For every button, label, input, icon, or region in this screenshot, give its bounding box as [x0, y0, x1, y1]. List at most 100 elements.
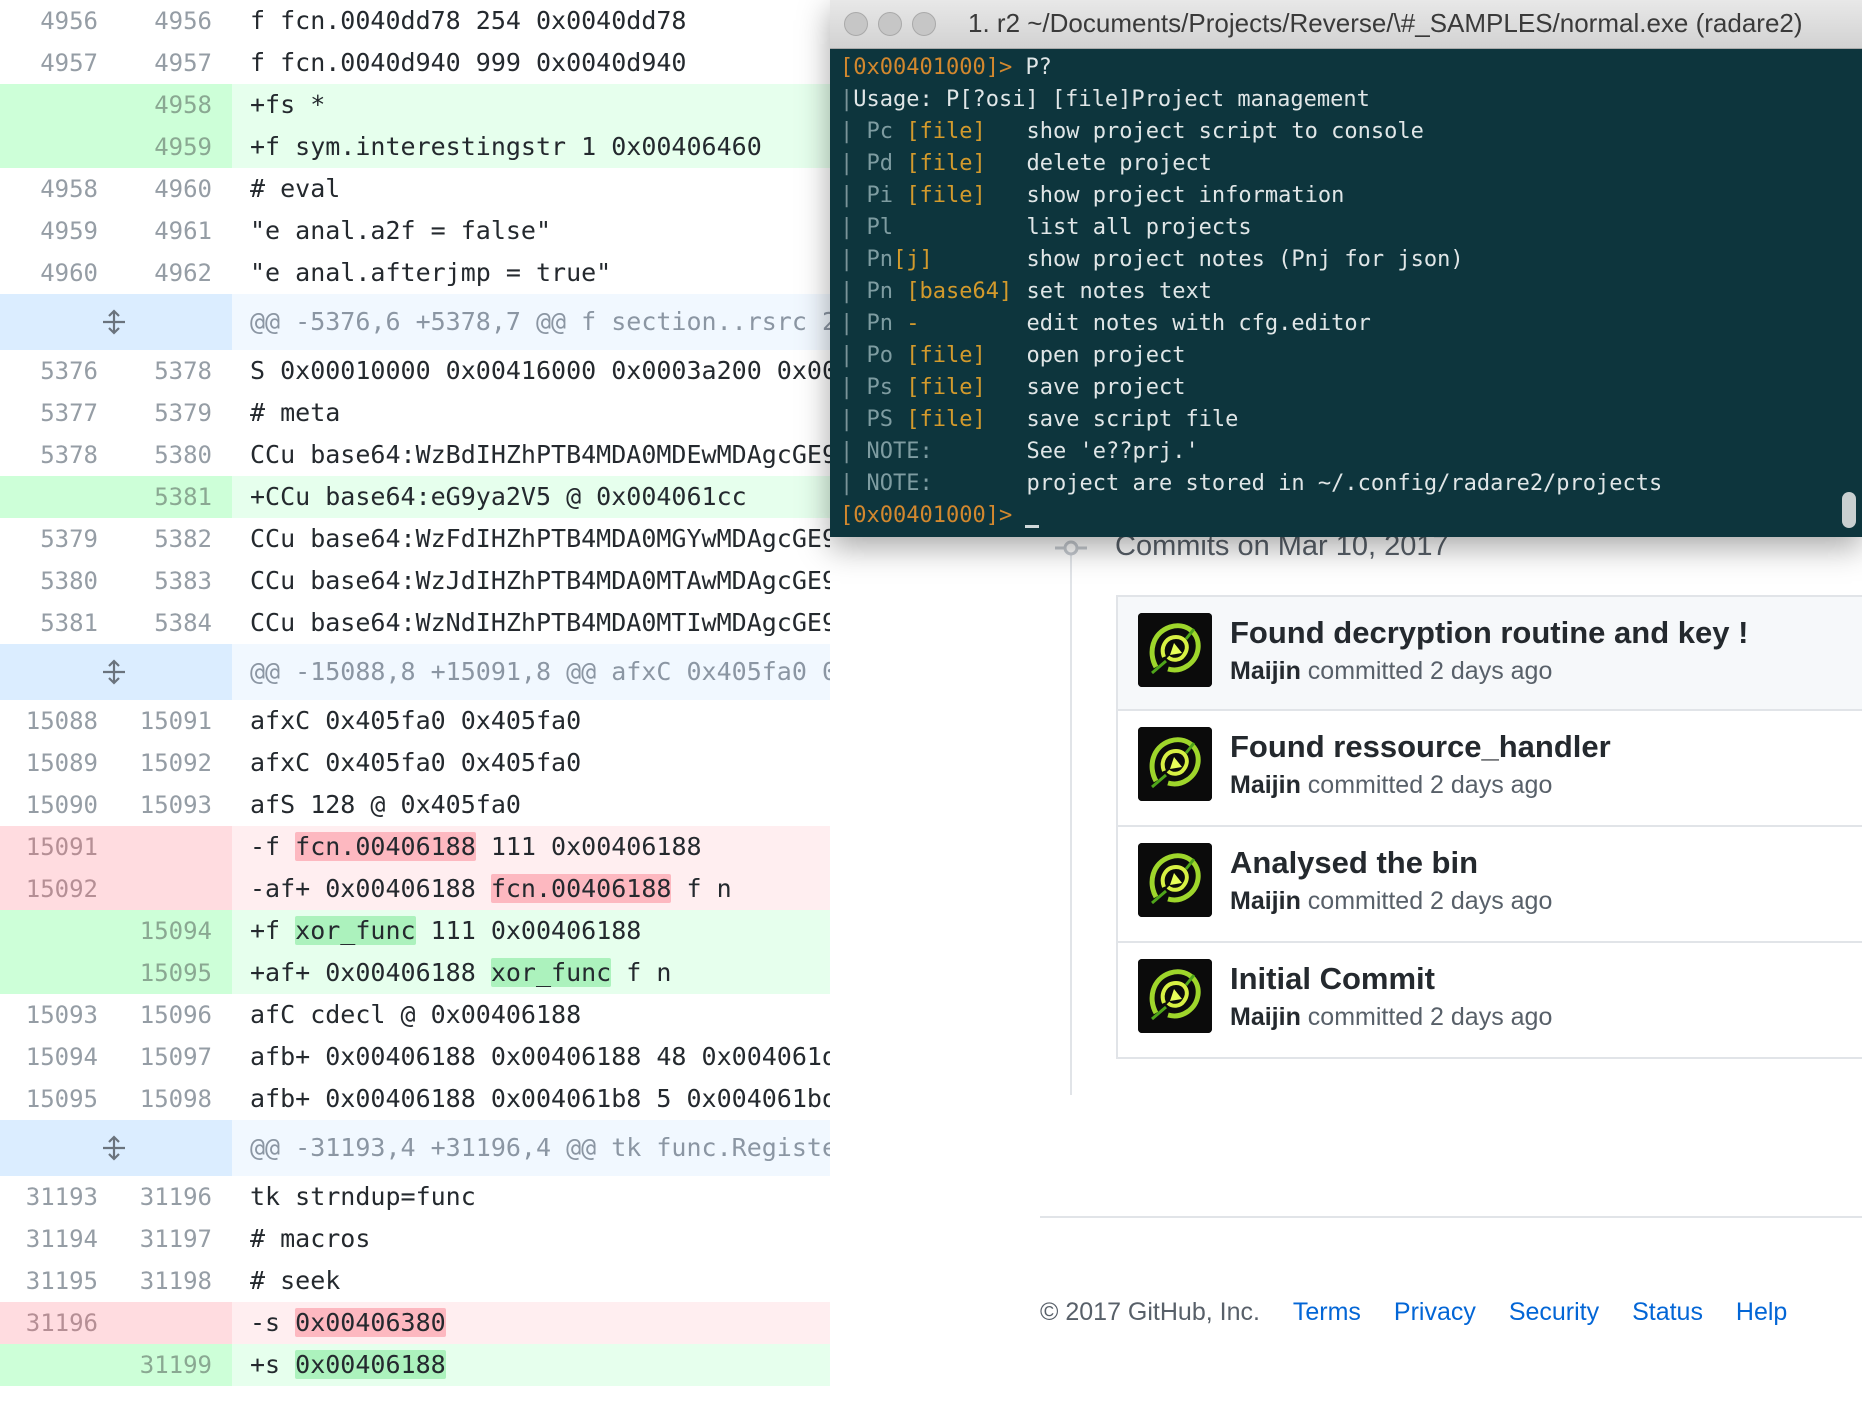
commit-title[interactable]: Found ressource_handler: [1230, 729, 1611, 765]
help-command-cell: Pn [base64]: [867, 276, 1027, 308]
old-line-number[interactable]: 15095: [0, 1078, 98, 1120]
new-line-number[interactable]: 5382: [98, 518, 212, 560]
old-line-number[interactable]: 31196: [0, 1302, 98, 1344]
commit-meta: Maijin committed 2 days ago: [1230, 771, 1552, 800]
old-line-number[interactable]: [0, 126, 98, 168]
footer-link-privacy[interactable]: Privacy: [1394, 1298, 1476, 1326]
footer-link-terms[interactable]: Terms: [1293, 1298, 1361, 1326]
new-line-number[interactable]: 4956: [98, 0, 212, 42]
old-line-number[interactable]: 5376: [0, 350, 98, 392]
old-line-number[interactable]: 15089: [0, 742, 98, 784]
old-line-number[interactable]: 15094: [0, 1036, 98, 1078]
new-line-number[interactable]: 4957: [98, 42, 212, 84]
old-line-number[interactable]: 5380: [0, 560, 98, 602]
new-line-number[interactable]: 4961: [98, 210, 212, 252]
new-line-number[interactable]: 5383: [98, 560, 212, 602]
commit-title[interactable]: Found decryption routine and key !: [1230, 615, 1748, 651]
old-line-number[interactable]: 4958: [0, 168, 98, 210]
new-line-number[interactable]: 15094: [98, 910, 212, 952]
author-avatar[interactable]: [1138, 843, 1212, 917]
commit-author[interactable]: Maijin: [1230, 887, 1301, 915]
new-line-number[interactable]: 15097: [98, 1036, 212, 1078]
old-line-number[interactable]: 4960: [0, 252, 98, 294]
old-line-number[interactable]: [0, 910, 98, 952]
old-line-number[interactable]: 31194: [0, 1218, 98, 1260]
old-line-number[interactable]: 5379: [0, 518, 98, 560]
terminal-output[interactable]: [0x00401000]> P? |Usage: P[?osi] [file]Pr…: [830, 48, 1830, 537]
new-line-number[interactable]: [98, 826, 212, 868]
new-line-number[interactable]: 5379: [98, 392, 212, 434]
old-line-number[interactable]: [0, 476, 98, 518]
new-line-number[interactable]: 15091: [98, 700, 212, 742]
old-line-number[interactable]: 5381: [0, 602, 98, 644]
terminal-titlebar[interactable]: 1. r2 ~/Documents/Projects/Reverse/\#_SA…: [830, 0, 1862, 49]
old-line-number[interactable]: 4959: [0, 210, 98, 252]
terminal-window[interactable]: 1. r2 ~/Documents/Projects/Reverse/\#_SA…: [830, 0, 1862, 537]
commit-author[interactable]: Maijin: [1230, 1003, 1301, 1031]
tree-glyph: |: [840, 215, 867, 240]
commit-title[interactable]: Initial Commit: [1230, 961, 1435, 997]
help-description: open project: [1026, 343, 1186, 368]
commit-item[interactable]: Initial Commit Maijin committed 2 days ag…: [1116, 943, 1862, 1059]
new-line-number[interactable]: [98, 868, 212, 910]
commit-item[interactable]: Found ressource_handler Maijin committed …: [1116, 711, 1862, 827]
diff-code: +af+ 0x00406188 xor_func f n: [250, 952, 830, 994]
old-line-number[interactable]: 15090: [0, 784, 98, 826]
diff-line-add: 15094 +f xor_func 111 0x00406188: [0, 910, 830, 952]
new-line-number[interactable]: 4960: [98, 168, 212, 210]
terminal-line: | NOTE: See 'e??prj.': [840, 436, 1830, 468]
diff-line-del: 15091 -f fcn.00406188 111 0x00406188: [0, 826, 830, 868]
new-line-number[interactable]: 31198: [98, 1260, 212, 1302]
footer-link-help[interactable]: Help: [1736, 1298, 1787, 1326]
commit-title[interactable]: Analysed the bin: [1230, 845, 1478, 881]
expand-hunk-button[interactable]: [0, 294, 232, 350]
minimize-window-button[interactable]: [878, 12, 902, 36]
new-line-number[interactable]: 31196: [98, 1176, 212, 1218]
old-line-number[interactable]: [0, 1344, 98, 1386]
old-line-number[interactable]: 5377: [0, 392, 98, 434]
commit-item[interactable]: Analysed the bin Maijin committed 2 days …: [1116, 827, 1862, 943]
new-line-number[interactable]: 31197: [98, 1218, 212, 1260]
new-line-number[interactable]: 5381: [98, 476, 212, 518]
commit-author[interactable]: Maijin: [1230, 771, 1301, 799]
help-command: Pn: [866, 247, 894, 272]
new-line-number[interactable]: 5384: [98, 602, 212, 644]
old-line-number[interactable]: 4957: [0, 42, 98, 84]
terminal-scrollbar[interactable]: [1842, 492, 1856, 528]
old-line-number[interactable]: 15091: [0, 826, 98, 868]
new-line-number[interactable]: 4959: [98, 126, 212, 168]
new-line-number[interactable]: 15096: [98, 994, 212, 1036]
new-line-number[interactable]: 15093: [98, 784, 212, 826]
old-line-number[interactable]: 31193: [0, 1176, 98, 1218]
help-command: Pi: [866, 183, 894, 208]
new-line-number[interactable]: 4958: [98, 84, 212, 126]
old-line-number[interactable]: 31195: [0, 1260, 98, 1302]
old-line-number[interactable]: 15092: [0, 868, 98, 910]
author-avatar[interactable]: [1138, 613, 1212, 687]
new-line-number[interactable]: [98, 1302, 212, 1344]
expand-hunk-button[interactable]: [0, 1120, 232, 1176]
footer-link-status[interactable]: Status: [1632, 1298, 1703, 1326]
old-line-number[interactable]: 4956: [0, 0, 98, 42]
old-line-number[interactable]: 5378: [0, 434, 98, 476]
new-line-number[interactable]: 15098: [98, 1078, 212, 1120]
diff-line-ctx: 5377 5379 # meta: [0, 392, 830, 434]
old-line-number[interactable]: [0, 952, 98, 994]
zoom-window-button[interactable]: [912, 12, 936, 36]
new-line-number[interactable]: 4962: [98, 252, 212, 294]
commit-item[interactable]: Found decryption routine and key ! Maijin…: [1116, 595, 1862, 711]
old-line-number[interactable]: 15088: [0, 700, 98, 742]
close-window-button[interactable]: [844, 12, 868, 36]
expand-hunk-button[interactable]: [0, 644, 232, 700]
old-line-number[interactable]: 15093: [0, 994, 98, 1036]
new-line-number[interactable]: 31199: [98, 1344, 212, 1386]
new-line-number[interactable]: 15092: [98, 742, 212, 784]
footer-link-security[interactable]: Security: [1509, 1298, 1599, 1326]
commit-author[interactable]: Maijin: [1230, 657, 1301, 685]
author-avatar[interactable]: [1138, 959, 1212, 1033]
old-line-number[interactable]: [0, 84, 98, 126]
new-line-number[interactable]: 5380: [98, 434, 212, 476]
new-line-number[interactable]: 15095: [98, 952, 212, 994]
author-avatar[interactable]: [1138, 727, 1212, 801]
new-line-number[interactable]: 5378: [98, 350, 212, 392]
